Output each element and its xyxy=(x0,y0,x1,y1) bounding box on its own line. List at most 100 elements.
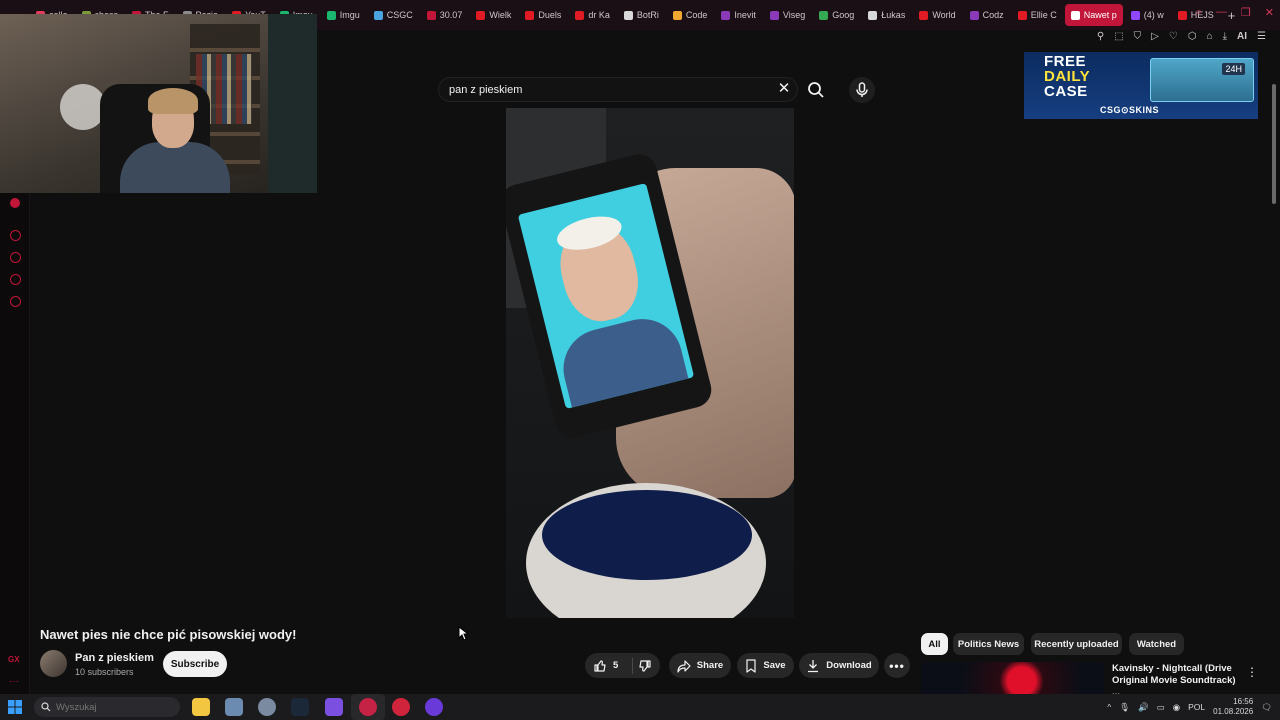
tab-label: CSGC xyxy=(386,10,413,20)
subscribe-button[interactable]: Subscribe xyxy=(163,651,227,677)
tab-label: (4) w xyxy=(1143,10,1164,20)
taskbar-search[interactable] xyxy=(34,697,180,717)
filter-chip[interactable]: Recently uploaded xyxy=(1031,633,1122,655)
sidebar-more-icon[interactable]: ··· xyxy=(9,676,19,687)
minimize-icon[interactable]: — xyxy=(1216,6,1227,19)
tab-favicon-icon xyxy=(525,10,535,20)
browser-tab[interactable]: Viseg xyxy=(764,4,811,26)
related-video-menu-icon[interactable]: ⋮ xyxy=(1246,664,1258,680)
tab-favicon-icon xyxy=(623,10,633,20)
browser-tab[interactable]: Duels xyxy=(519,4,567,26)
tab-label: Duels xyxy=(538,10,562,20)
ai-button[interactable]: AI xyxy=(1237,30,1247,44)
app-icon-7[interactable] xyxy=(392,698,410,716)
tab-label: Inevit xyxy=(734,10,756,20)
channel-name[interactable]: Pan z pieskiem xyxy=(75,652,154,664)
taskbar-search-input[interactable] xyxy=(56,699,166,715)
snapshot-icon[interactable]: ⬚ xyxy=(1114,30,1123,44)
ad-headline: FREE DAILY CASE xyxy=(1044,54,1090,99)
search-icon[interactable] xyxy=(805,79,827,101)
download-icon[interactable]: ⤓ xyxy=(1223,30,1227,44)
pin-icon[interactable]: ⚲ xyxy=(1097,30,1104,44)
tray-volume-icon[interactable]: 🔊 xyxy=(1138,702,1149,713)
microphone-icon[interactable] xyxy=(849,77,875,103)
filter-chip[interactable]: Watched xyxy=(1129,633,1184,655)
browser-tab[interactable]: Imgu xyxy=(321,4,366,26)
browser-tab[interactable]: Ellie C xyxy=(1012,4,1063,26)
sidebar-speed-dial-icon[interactable] xyxy=(10,230,21,241)
steam-icon[interactable] xyxy=(291,698,309,716)
search-box[interactable] xyxy=(438,77,798,102)
dislike-button[interactable] xyxy=(632,653,660,678)
tab-favicon-icon xyxy=(769,10,779,20)
wallet-icon[interactable]: ⌂ xyxy=(1207,30,1213,44)
tray-network-icon[interactable]: ▭ xyxy=(1157,702,1165,713)
browser-tab[interactable]: Inevit xyxy=(715,4,762,26)
sidebar-settings-icon[interactable] xyxy=(10,296,21,307)
browser-tab[interactable]: Codz xyxy=(964,4,1010,26)
more-actions-button[interactable]: ••• xyxy=(884,653,910,678)
browser-tab[interactable]: Goog xyxy=(813,4,860,26)
browser-tab[interactable]: World xyxy=(913,4,961,26)
tab-label: Codz xyxy=(982,10,1004,20)
video-player[interactable] xyxy=(506,108,794,618)
windows-start-icon[interactable] xyxy=(8,700,22,714)
player-icon[interactable]: ▷ xyxy=(1151,30,1159,44)
system-tray: ^ 🎙 🔊 ▭ ◉ POL 16:56 01.08.2026 🗨 xyxy=(1107,694,1272,720)
opera-gx-taskbar-icon[interactable] xyxy=(351,694,385,720)
ad-banner[interactable]: FREE DAILY CASE 24H CSG⊙SKINS xyxy=(1024,52,1258,119)
search-tabs-icon[interactable]: ⌕ xyxy=(1196,6,1202,19)
filter-chip[interactable]: Politics News xyxy=(953,633,1024,655)
heart-icon[interactable]: ♡ xyxy=(1169,30,1178,44)
discord-icon[interactable] xyxy=(325,698,343,716)
browser-tab[interactable]: CSGC xyxy=(368,4,419,26)
clear-search-icon[interactable]: ✕ xyxy=(776,81,792,97)
tray-mic-icon[interactable]: 🎙 xyxy=(1119,702,1130,713)
channel-avatar[interactable] xyxy=(40,650,67,677)
browser-tab[interactable]: Code xyxy=(667,4,714,26)
browser-tab[interactable]: dr Ka xyxy=(569,4,616,26)
taskbar-clock[interactable]: 16:56 01.08.2026 xyxy=(1213,697,1253,717)
browser-tab[interactable]: Łukas xyxy=(862,4,911,26)
browser-sidebar: GX ··· xyxy=(0,190,30,695)
sidebar-history-icon[interactable] xyxy=(10,252,21,263)
browser-tab[interactable]: Nawet p xyxy=(1064,4,1123,26)
settings-app-icon[interactable] xyxy=(258,698,276,716)
browser-tab[interactable]: BotRi xyxy=(618,4,665,26)
filter-chip[interactable]: All xyxy=(921,633,948,655)
tab-label: Viseg xyxy=(782,10,806,20)
browser-tab[interactable]: (4) w xyxy=(1125,4,1170,26)
share-label: Share xyxy=(696,660,724,671)
notifications-icon[interactable]: 🗨 xyxy=(1261,702,1272,713)
save-button[interactable]: Save xyxy=(737,653,794,678)
tray-app-icon[interactable]: ◉ xyxy=(1173,702,1180,713)
page-scrollbar[interactable] xyxy=(1271,72,1277,694)
app-icon-2[interactable] xyxy=(225,698,243,716)
tab-favicon-icon xyxy=(1017,10,1027,20)
extensions-icon[interactable]: ⬡ xyxy=(1188,30,1197,44)
tab-label: Wielk xyxy=(489,10,512,20)
tab-label: World xyxy=(932,10,956,20)
tab-favicon-icon xyxy=(575,10,585,20)
tray-chevron-icon[interactable]: ^ xyxy=(1107,702,1111,712)
browser-tab[interactable]: 30.07 xyxy=(421,4,469,26)
more-horizontal-icon: ••• xyxy=(889,658,905,673)
share-button[interactable]: Share xyxy=(669,653,731,678)
tab-label: Goog xyxy=(832,10,855,20)
search-input[interactable] xyxy=(449,81,769,99)
tray-lang[interactable]: POL xyxy=(1188,702,1205,712)
close-window-icon[interactable]: ✕ xyxy=(1265,6,1274,19)
file-explorer-icon[interactable] xyxy=(192,698,210,716)
gx-icon[interactable]: GX xyxy=(8,655,20,664)
related-video-thumbnail[interactable] xyxy=(921,662,1104,694)
app-icon-8[interactable] xyxy=(425,698,443,716)
sidebar-messenger-icon[interactable] xyxy=(10,274,21,285)
browser-tab[interactable]: Wielk xyxy=(470,4,517,26)
maximize-icon[interactable]: ❐ xyxy=(1241,6,1251,19)
shield-icon[interactable]: ⛉ xyxy=(1134,30,1142,44)
scrollbar-thumb[interactable] xyxy=(1272,84,1276,204)
opera-logo-icon[interactable] xyxy=(10,198,20,208)
tab-label: dr Ka xyxy=(588,10,610,20)
menu-icon[interactable]: ☰ xyxy=(1257,30,1266,44)
download-button[interactable]: Download xyxy=(799,653,879,678)
